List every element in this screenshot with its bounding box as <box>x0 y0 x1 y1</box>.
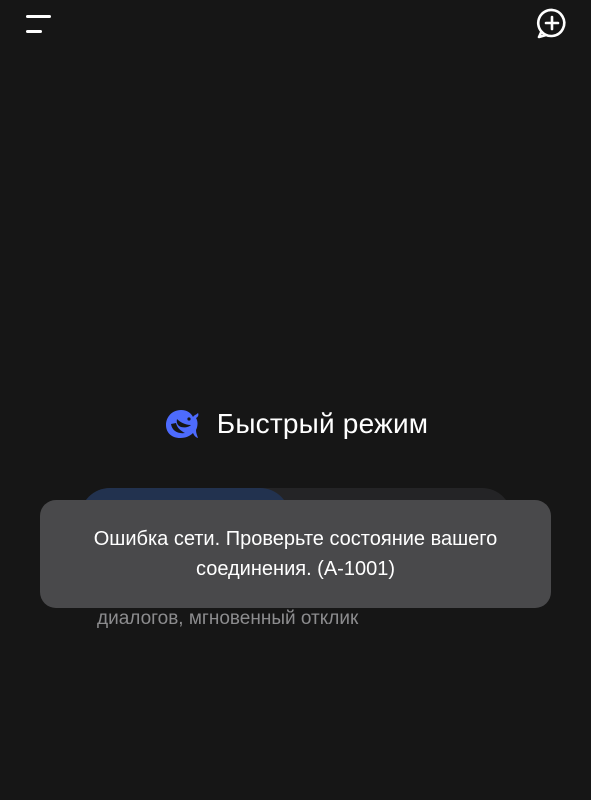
mode-title: Быстрый режим <box>216 408 429 439</box>
screen: Быстрый режим диалогов, мгновенный откли… <box>0 0 591 800</box>
menu-button[interactable] <box>20 8 60 40</box>
mode-description: диалогов, мгновенный отклик <box>97 608 359 629</box>
new-chat-button[interactable] <box>532 4 572 44</box>
mode-header: Быстрый режим <box>0 400 591 448</box>
error-toast: Ошибка сети. Проверьте состояние вашего … <box>40 500 551 608</box>
deepseek-whale-logo-icon <box>165 410 199 438</box>
error-toast-message: Ошибка сети. Проверьте состояние вашего … <box>93 528 498 580</box>
new-chat-icon <box>536 8 566 39</box>
